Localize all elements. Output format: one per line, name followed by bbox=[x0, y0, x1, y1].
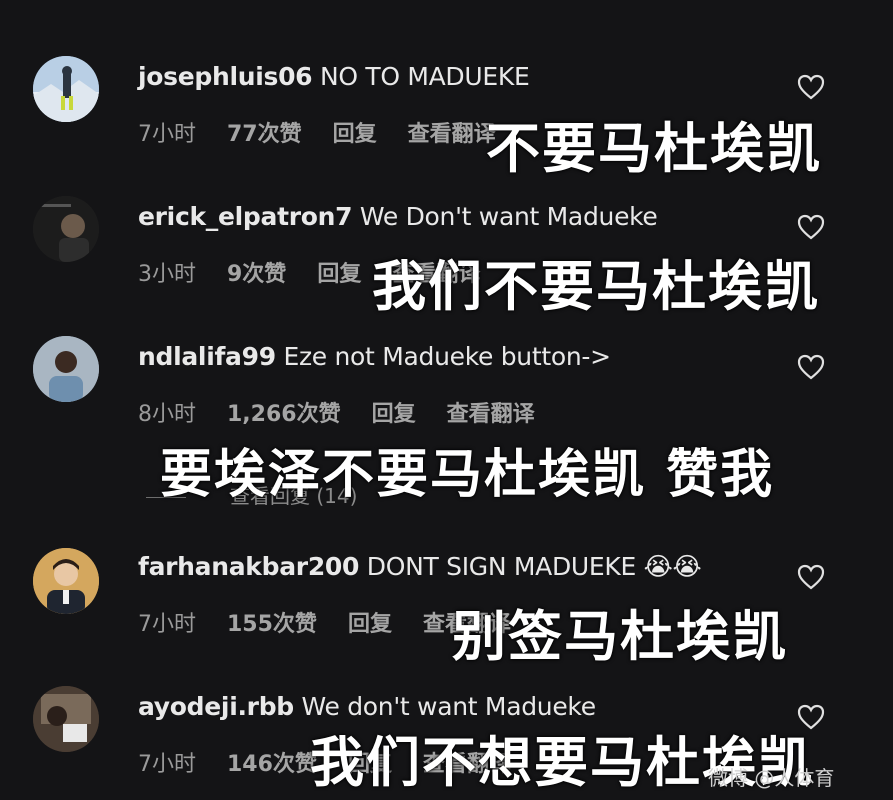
comment-time: 7小时 bbox=[138, 612, 196, 637]
avatar[interactable] bbox=[33, 196, 99, 262]
comment-line: ndlalifa99 Eze not Madueke button-> bbox=[138, 342, 611, 371]
heart-outline-icon[interactable] bbox=[797, 214, 825, 240]
comment-line: josephluis06 NO TO MADUEKE bbox=[138, 62, 530, 91]
comment-line: erick_elpatron7 We Don't want Madueke bbox=[138, 202, 658, 231]
caption-overlay: 别签马杜埃凯 bbox=[452, 605, 788, 668]
avatar[interactable] bbox=[33, 336, 99, 402]
watermark: 微博 @人体育 bbox=[708, 766, 835, 790]
reply-button[interactable]: 回复 bbox=[372, 402, 416, 427]
reply-button[interactable]: 回复 bbox=[333, 122, 377, 147]
comment-username[interactable]: ayodeji.rbb bbox=[138, 692, 294, 721]
avatar-image bbox=[33, 548, 99, 614]
avatar-image bbox=[33, 336, 99, 402]
translate-button[interactable]: 查看翻译 bbox=[447, 402, 535, 427]
caption-overlay: 我们不要马杜埃凯 bbox=[372, 255, 820, 318]
heart-outline-icon[interactable] bbox=[797, 564, 825, 590]
comment-username[interactable]: farhanakbar200 bbox=[138, 552, 359, 581]
like-count[interactable]: 77次赞 bbox=[227, 122, 302, 147]
avatar[interactable] bbox=[33, 686, 99, 752]
heart-outline-icon[interactable] bbox=[797, 74, 825, 100]
caption-overlay: 不要马杜埃凯 bbox=[486, 117, 822, 180]
avatar-image bbox=[33, 686, 99, 752]
like-count[interactable]: 146次赞 bbox=[227, 752, 317, 777]
like-count[interactable]: 155次赞 bbox=[227, 612, 317, 637]
comment-meta: 8小时 1,266次赞 回复 查看翻译 bbox=[138, 396, 559, 428]
comment-time: 7小时 bbox=[138, 122, 196, 147]
comment-text: Eze not Madueke button-> bbox=[283, 342, 611, 371]
like-count[interactable]: 1,266次赞 bbox=[227, 402, 341, 427]
avatar[interactable] bbox=[33, 56, 99, 122]
comment-username[interactable]: ndlalifa99 bbox=[138, 342, 276, 371]
heart-outline-icon[interactable] bbox=[797, 354, 825, 380]
reply-button[interactable]: 回复 bbox=[317, 262, 361, 287]
like-count[interactable]: 9次赞 bbox=[227, 262, 286, 287]
avatar-image bbox=[33, 56, 99, 122]
comment-time: 7小时 bbox=[138, 752, 196, 777]
comment-text: We don't want Madueke bbox=[301, 692, 597, 721]
comment-text: NO TO MADUEKE bbox=[319, 62, 530, 91]
caption-overlay: 要埃泽不要马杜埃凯 赞我 bbox=[160, 445, 775, 505]
avatar[interactable] bbox=[33, 548, 99, 614]
comment-meta: 7小时 77次赞 回复 查看翻译 bbox=[138, 116, 520, 148]
avatar-image bbox=[33, 196, 99, 262]
comment-text: We Don't want Madueke bbox=[359, 202, 658, 231]
comment-line: farhanakbar200 DONT SIGN MADUEKE 😭😭 bbox=[138, 552, 702, 581]
comment-time: 3小时 bbox=[138, 262, 196, 287]
comment-username[interactable]: josephluis06 bbox=[138, 62, 313, 91]
translate-button[interactable]: 查看翻译 bbox=[408, 122, 496, 147]
comment-text: DONT SIGN MADUEKE 😭😭 bbox=[366, 552, 702, 581]
comment-line: ayodeji.rbb We don't want Madueke bbox=[138, 692, 596, 721]
comment-time: 8小时 bbox=[138, 402, 196, 427]
reply-button[interactable]: 回复 bbox=[348, 612, 392, 637]
comment-username[interactable]: erick_elpatron7 bbox=[138, 202, 353, 231]
